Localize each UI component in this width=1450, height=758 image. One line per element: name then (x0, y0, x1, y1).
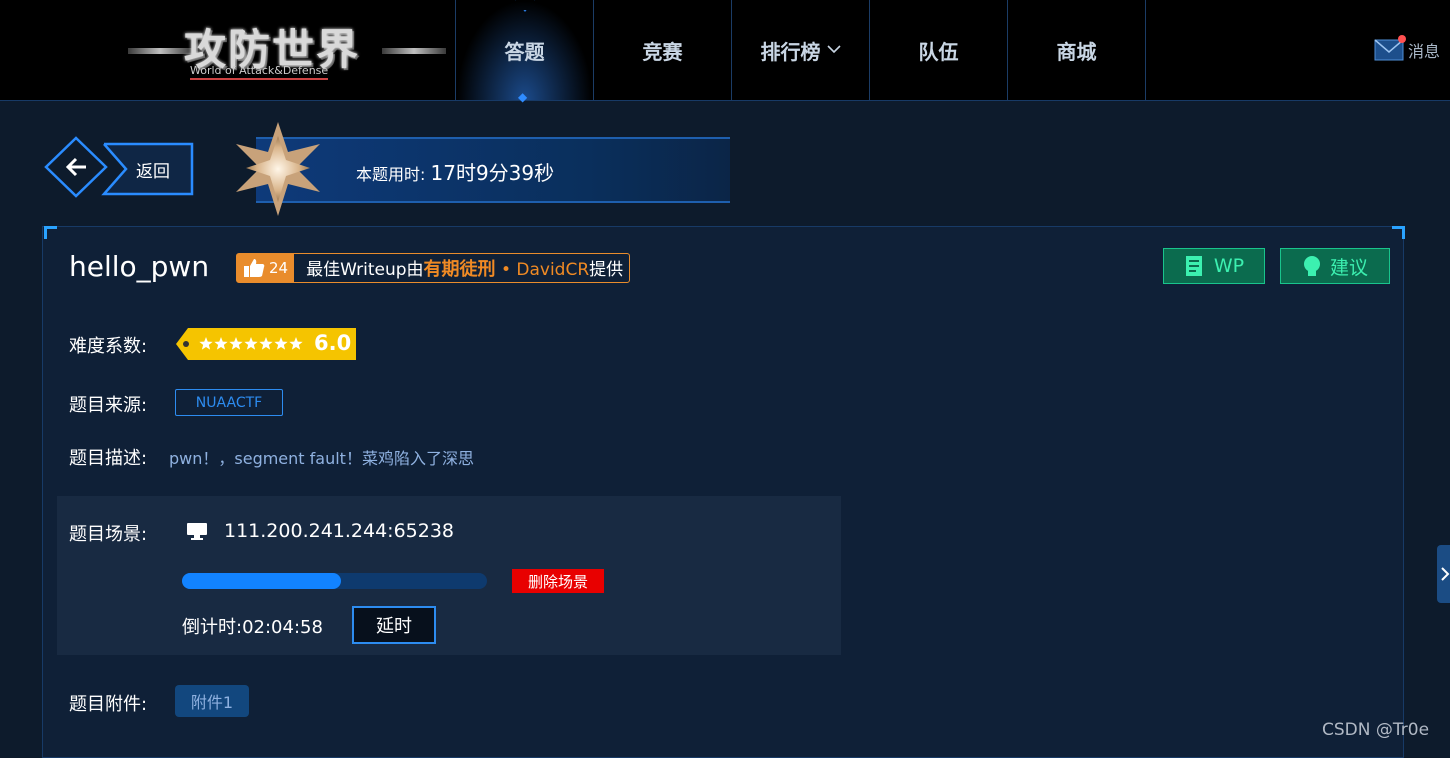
writeup-separator: • (495, 260, 517, 280)
document-icon (1185, 256, 1202, 276)
back-label: 返回 (136, 162, 170, 182)
main-nav: 答题 ◆ 竞赛 排行榜 队伍 商城 (455, 0, 1146, 104)
monitor-icon (187, 523, 207, 540)
writeup-author: DavidCR (516, 260, 590, 280)
watermark: CSDN @Tr0e (1322, 720, 1430, 740)
nav-label-competition: 竞赛 (642, 39, 683, 64)
scene-progress-bar (182, 573, 487, 589)
countdown-label: 倒计时: (182, 617, 243, 638)
difficulty-value: 6.0 (314, 331, 352, 355)
scene-progress-fill (182, 573, 341, 589)
extend-button[interactable]: 延时 (352, 606, 436, 644)
notification-dot (1398, 35, 1406, 43)
suggest-label: 建议 (1329, 256, 1368, 279)
difficulty-label: 难度系数: (69, 336, 148, 357)
panel-corner-left (44, 226, 57, 239)
mail-icon (1374, 35, 1406, 61)
description-text: pwn！，segment fault！菜鸡陷入了深思 (169, 449, 474, 468)
elapsed-time-bar: 本题用时: 17时9分39秒 (256, 137, 730, 203)
nav-label-ranking: 排行榜 (760, 39, 821, 64)
messages-label: 消息 (1408, 42, 1441, 61)
description-label: 题目描述: (69, 448, 148, 469)
writeup-suffix: 提供 (589, 260, 624, 280)
back-button[interactable]: 返回 (42, 136, 194, 198)
messages-button[interactable]: 消息 (1374, 35, 1441, 62)
nav-item-ranking[interactable]: 排行榜 (731, 0, 869, 100)
writeup-prefix: 最佳Writeup由 (306, 260, 424, 280)
active-indicator-icon (514, 0, 536, 12)
nav-label-shop: 商城 (1056, 39, 1097, 64)
wp-label: WP (1213, 255, 1245, 277)
scene-address[interactable]: 111.200.241.244:65238 (224, 520, 454, 542)
diamond-icon: ◆ (518, 90, 528, 104)
medal-star-icon (236, 122, 320, 216)
thumbs-up-icon (244, 259, 265, 277)
source-tag[interactable]: NUAACTF (175, 389, 283, 416)
logo-subtitle: World of Attack&Defense (190, 64, 329, 80)
elapsed-time-label: 本题用时: (356, 165, 426, 184)
suggest-button[interactable]: 建议 (1280, 248, 1390, 284)
panel-corner-right (1392, 226, 1405, 239)
countdown: 倒计时:02:04:58 (182, 613, 323, 639)
back-arrow-icon (44, 136, 194, 198)
elapsed-time: 本题用时: 17时9分39秒 (356, 157, 554, 186)
logo-wing-left (128, 48, 192, 54)
likes-value: 24 (269, 259, 289, 277)
attachment-label: 题目附件: (69, 694, 148, 715)
top-navbar: 攻防世界 World of Attack&Defense 答题 ◆ 竞赛 排行榜… (0, 0, 1450, 104)
task-title: hello_pwn (69, 250, 210, 283)
difficulty-rating: 6.0 (176, 328, 356, 360)
site-logo[interactable]: 攻防世界 World of Attack&Defense (128, 14, 446, 88)
countdown-value: 02:04:58 (242, 617, 323, 638)
chevron-down-icon (826, 42, 841, 58)
source-label: 题目来源: (69, 395, 148, 416)
elapsed-time-value: 17时9分39秒 (430, 161, 555, 185)
nav-label-answer: 答题 (504, 39, 545, 64)
side-expand-tab[interactable] (1437, 545, 1450, 603)
nav-item-shop[interactable]: 商城 (1007, 0, 1146, 100)
nav-item-team[interactable]: 队伍 (869, 0, 1007, 100)
wp-button[interactable]: WP (1163, 248, 1265, 284)
delete-scene-button[interactable]: 删除场景 (512, 569, 604, 593)
chevron-right-icon (1441, 567, 1450, 581)
likes-count[interactable]: 24 (237, 254, 295, 282)
logo-wing-right (382, 48, 446, 54)
nav-item-competition[interactable]: 竞赛 (593, 0, 731, 100)
nav-item-answer[interactable]: 答题 ◆ (455, 0, 593, 104)
writeup-badge[interactable]: 24 最佳Writeup由有期徒刑 • DavidCR提供 (236, 253, 631, 283)
nav-label-team: 队伍 (918, 39, 959, 64)
writeup-team: 有期徒刑 (423, 259, 496, 280)
attachment-button[interactable]: 附件1 (175, 685, 249, 717)
task-panel (42, 226, 1404, 758)
scene-label: 题目场景: (69, 524, 148, 545)
lightbulb-icon (1303, 256, 1320, 276)
writeup-text: 最佳Writeup由有期徒刑 • DavidCR提供 (294, 255, 629, 281)
